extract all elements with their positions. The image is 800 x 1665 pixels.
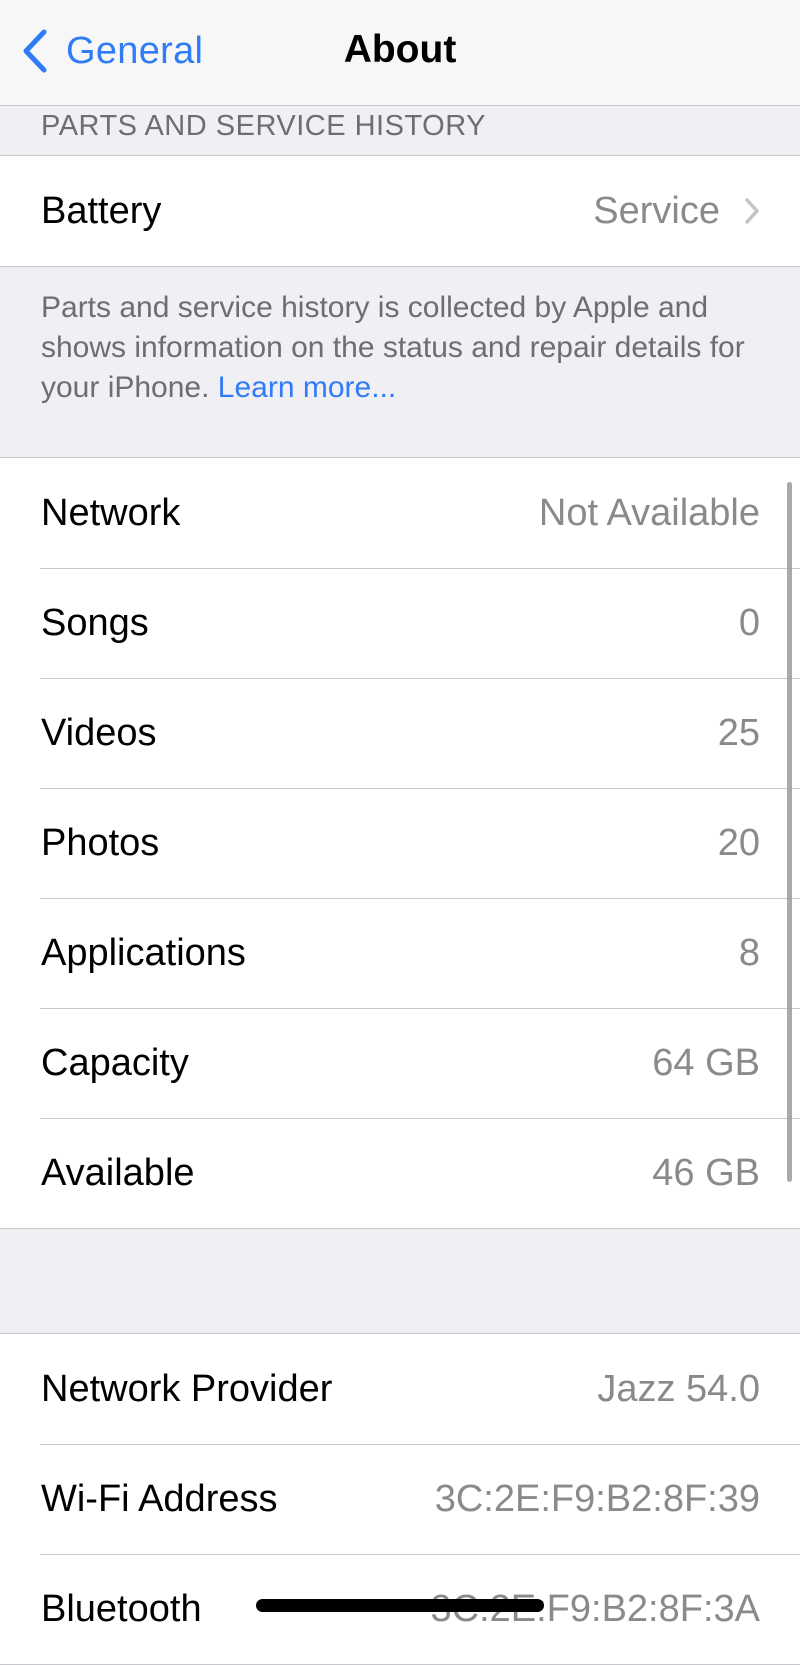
page-title: About xyxy=(0,28,800,72)
parts-service-group: Battery Service xyxy=(0,155,800,267)
battery-label: Battery xyxy=(41,189,162,232)
stats-label: Videos xyxy=(41,711,157,754)
page-title-text: About xyxy=(343,28,457,71)
chevron-right-icon xyxy=(745,198,759,224)
stats-row-applications: Applications 8 xyxy=(0,898,800,1008)
stats-label: Photos xyxy=(41,821,160,864)
parts-service-footer-note: Parts and service history is collected b… xyxy=(41,288,761,408)
device-stats-group: Network Not Available Songs 0 Videos 25 … xyxy=(0,457,800,1229)
stats-value: 8 xyxy=(738,931,760,974)
network-info-label: Wi-Fi Address xyxy=(41,1477,278,1520)
stats-value: Not Available xyxy=(538,491,760,534)
stats-value: 0 xyxy=(738,601,760,644)
network-info-value: 3C:2E:F9:B2:8F:39 xyxy=(434,1477,760,1520)
network-info-label: Network Provider xyxy=(41,1367,333,1410)
stats-value: 25 xyxy=(717,711,760,754)
battery-value: Service xyxy=(593,189,720,232)
network-info-label: Bluetooth xyxy=(41,1587,202,1630)
wifi-address-row: Wi-Fi Address 3C:2E:F9:B2:8F:39 xyxy=(0,1444,800,1554)
section-header-parts-service-history: PARTS AND SERVICE HISTORY xyxy=(41,110,486,142)
stats-label: Songs xyxy=(41,601,149,644)
stats-row-capacity: Capacity 64 GB xyxy=(0,1008,800,1118)
stats-value: 46 GB xyxy=(652,1151,760,1194)
battery-value-container: Service xyxy=(593,190,760,233)
navigation-bar: General About xyxy=(0,0,800,106)
stats-row-songs: Songs 0 xyxy=(0,568,800,678)
stats-row-videos: Videos 25 xyxy=(0,678,800,788)
learn-more-link[interactable]: Learn more... xyxy=(218,371,396,404)
home-indicator[interactable] xyxy=(256,1599,544,1612)
network-info-group: Network Provider Jazz 54.0 Wi-Fi Address… xyxy=(0,1333,800,1665)
battery-row[interactable]: Battery Service xyxy=(0,156,800,266)
stats-label: Network xyxy=(41,491,181,534)
network-info-value: Jazz 54.0 xyxy=(597,1367,760,1410)
stats-label: Capacity xyxy=(41,1041,189,1084)
stats-value: 20 xyxy=(717,821,760,864)
stats-row-network: Network Not Available xyxy=(0,458,800,568)
network-provider-row[interactable]: Network Provider Jazz 54.0 xyxy=(0,1334,800,1444)
stats-row-photos: Photos 20 xyxy=(0,788,800,898)
stats-value: 64 GB xyxy=(652,1041,760,1084)
stats-label: Applications xyxy=(41,931,246,974)
scrollbar[interactable] xyxy=(787,482,792,1182)
stats-label: Available xyxy=(41,1151,195,1194)
stats-row-available: Available 46 GB xyxy=(0,1118,800,1228)
